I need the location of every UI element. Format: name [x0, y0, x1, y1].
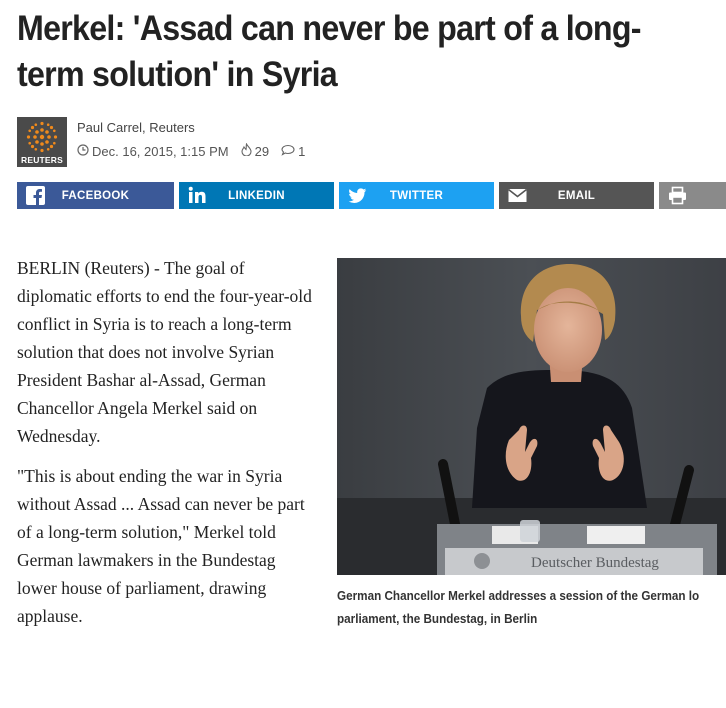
flame-icon [241, 142, 252, 159]
photo-caption-line1: German Chancellor Merkel addresses a ses… [337, 588, 700, 603]
reuters-emblem-icon [26, 121, 58, 153]
article-meta: Dec. 16, 2015, 1:15 PM 29 1 [77, 142, 305, 159]
share-twitter-button[interactable]: TWITTER [339, 182, 494, 209]
reuters-logo-text: REUTERS [20, 155, 64, 165]
photo-caption-line2: parliament, the Bundestag, in Berlin [337, 611, 538, 626]
printer-icon [667, 185, 688, 209]
clock-icon [77, 143, 89, 159]
comment-count[interactable]: 1 [298, 144, 305, 159]
share-email-label: EMAIL [557, 189, 596, 202]
share-facebook-label: FACEBOOK [61, 189, 130, 202]
merkel-speech-photo: Deutscher Bundestag [337, 258, 726, 575]
publish-date: Dec. 16, 2015, 1:15 PM [92, 143, 229, 159]
reuters-logo: REUTERS [17, 117, 67, 167]
share-email-button[interactable]: EMAIL [499, 182, 654, 209]
share-linkedin-label: LINKEDIN [228, 189, 285, 202]
comment-icon [281, 144, 295, 159]
article-body: BERLIN (Reuters) - The goal of diplomati… [17, 254, 317, 642]
like-count[interactable]: 29 [255, 144, 269, 159]
body-paragraph-1: BERLIN (Reuters) - The goal of diplomati… [17, 258, 312, 446]
article-headline: Merkel: 'Assad can never be part of a lo… [17, 9, 642, 94]
bundestag-sign-text: Deutscher Bundestag [531, 555, 659, 571]
share-facebook-button[interactable]: FACEBOOK [17, 182, 174, 209]
body-paragraph-2: "This is about ending the war in Syria w… [17, 466, 305, 626]
author-byline[interactable]: Paul Carrel, Reuters [77, 120, 195, 135]
share-linkedin-button[interactable]: LINKEDIN [179, 182, 334, 209]
share-twitter-label: TWITTER [389, 189, 444, 202]
photo-caption: German Chancellor Merkel addresses a ses… [337, 584, 715, 630]
print-button[interactable] [659, 182, 726, 209]
article-photo[interactable]: Deutscher Bundestag [337, 258, 726, 575]
